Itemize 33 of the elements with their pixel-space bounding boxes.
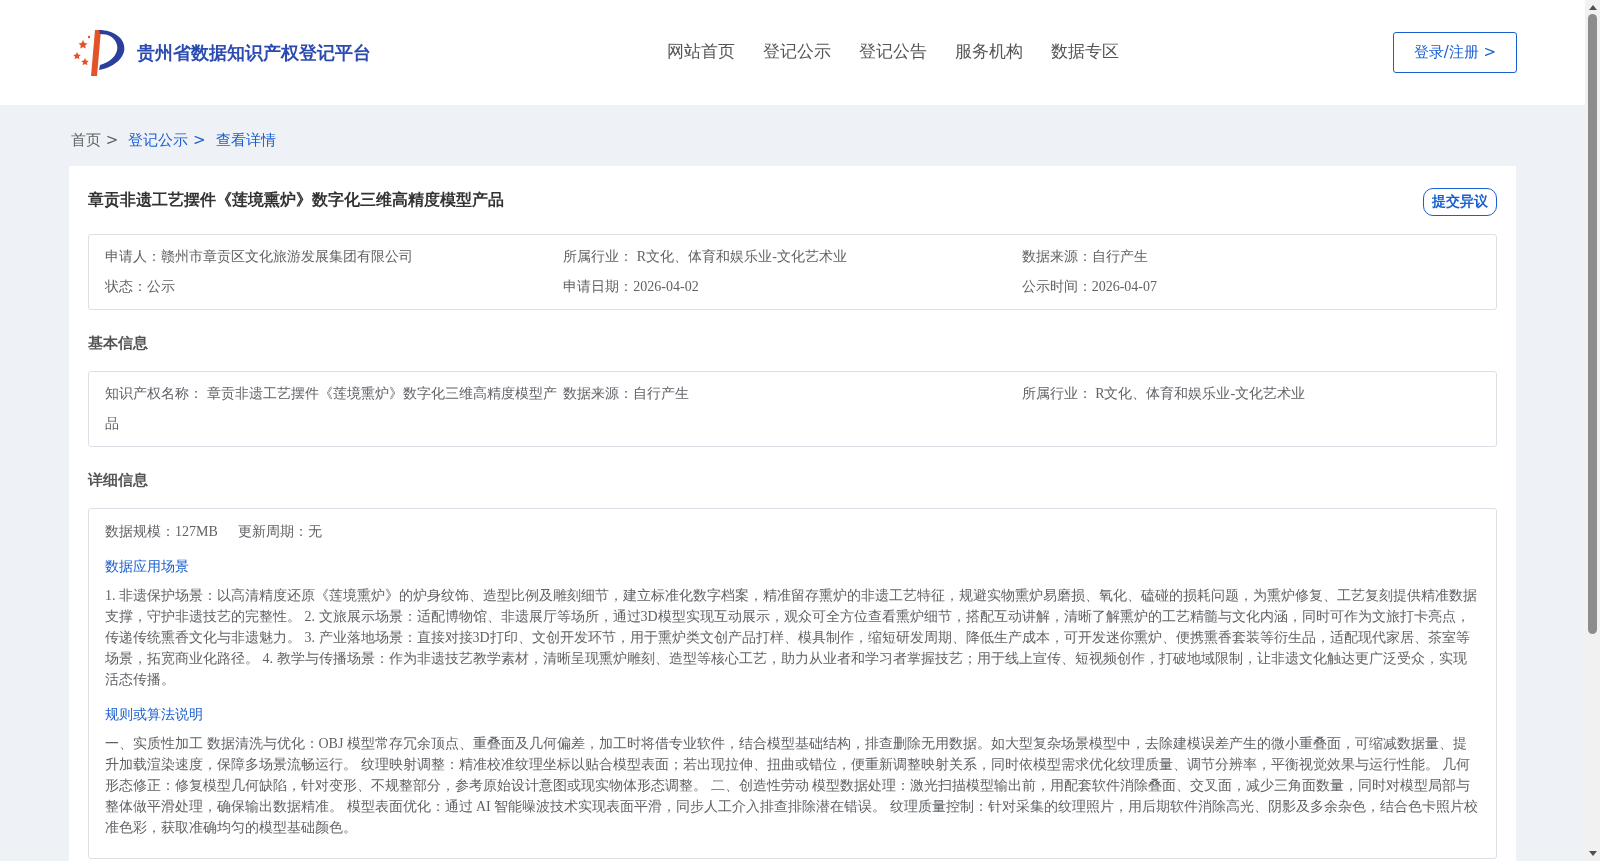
- info-field: 数据来源：自行产生: [1021, 242, 1480, 272]
- login-button[interactable]: 登录/注册 >: [1393, 32, 1517, 73]
- description-text: 1. 非遗保护场景：以高清精度还原《莲境熏炉》的炉身纹饰、造型比例及雕刻细节，建立标准化数字档案，精准留存熏炉的非遗工艺特征，规避实物熏炉易磨损、氧化、磕碰的损耗问题，为熏炉修复、工艺复刻提供精准数据支撑，守护非遗技艺的完整性。 2. 文旅展示场景：适配博物馆、非遗展厅等场所，通过3D模型实现互动展示，观众可全方位查看熏炉细节，搭配互动讲解，清晰了解熏炉的工艺精髓与文化内涵，同时可作为文旅打卡亮点，传递传统熏香文化与非遗魅力。 3. 产业落地场景：直接对接3D打印、文创开发环节，用于熏炉类文创产品打样、模具制作，缩短研发周期、降低生产成本，可开发迷你熏炉、便携熏香套装等衍生品，适配现代家居、茶室等场景，拓宽商业化路径。 4. 教学与传播场景：作为非遗技艺教学素材，清晰呈现熏炉雕刻、造型等核心工艺，助力从业者和学习者掌握技艺；用于线上宣传、短视频创作，打破地域限制，让非遗文化触达更广泛受众，实现活态传播。: [105, 587, 1478, 689]
- breadcrumb-item: 首页 >: [71, 131, 119, 150]
- objection-button[interactable]: 提交异议: [1423, 188, 1497, 216]
- subsection-heading: 规则或算法说明: [105, 705, 203, 724]
- info-field: 数据来源：自行产生: [563, 379, 1022, 439]
- nav-link[interactable]: 网站首页: [667, 36, 735, 69]
- scrollbar-thumb[interactable]: [1588, 14, 1597, 634]
- nav-link[interactable]: 数据专区: [1051, 36, 1119, 69]
- info-field: 数据规模：127MB: [105, 521, 218, 542]
- section-heading: 详细信息: [88, 471, 149, 490]
- description-text: 一、实质性加工 数据清洗与优化：OBJ 模型常存冗余顶点、重叠面及几何偏差，加工时将借专业软件，结合模型基础结构，排查删除无用数据。如大型复杂场景模型中，去除建模误差产生的微小重叠面，可缩减数据量、提升加载渲染速度，保障多场景流畅运行。 纹理映射调整：精准校准纹理坐标以贴合模型表面；若出现拉伸、扭曲或错位，便重新调整映射关系，同时依模型需求优化纹理质量、调节分辨率，平衡视觉效果与运行性能。 几何形态修正：修复模型几何缺陷，针对变形、不规整部分，参考原始设计意图或现实物体形态调整。 二、创造性劳动 模型数据处理：激光扫描模型输出前，用配套软件消除叠面、交叉面，减少三角面数量，同时对模型局部与整体做平滑处理，确保输出数据精准。 模型表面优化：通过 AI 智能噪波技术实现表面平滑，同步人工介入排查排除潜在错误。 纹理质量控制：针对采集的纹理照片，用后期软件消除高光、阴影及多余杂色，结合色卡照片校准色彩，获取准确均匀的模型基础颜色。: [105, 735, 1479, 837]
- nav-link[interactable]: 服务机构: [955, 36, 1023, 69]
- nav-link[interactable]: 登记公告: [859, 36, 927, 69]
- info-field: 申请日期：2026-04-02: [563, 272, 1022, 302]
- info-field: 所属行业： R文化、体育和娱乐业-文化艺术业: [563, 242, 1022, 272]
- info-field: 公示时间：2026-04-07: [1021, 272, 1480, 302]
- subsection-heading: 数据应用场景: [105, 557, 189, 576]
- nav-link[interactable]: 登记公示: [763, 36, 831, 69]
- record-title: 章贡非遗工艺摆件《莲境熏炉》数字化三维高精度模型产品: [88, 189, 504, 211]
- site-title: 贵州省数据知识产权登记平台: [137, 40, 371, 65]
- scrollbar[interactable]: [1585, 0, 1600, 861]
- info-field: 状态：公示: [105, 272, 564, 302]
- info-field: 更新周期：无: [237, 521, 322, 542]
- section-heading: 基本信息: [88, 334, 149, 353]
- info-field: 所属行业： R文化、体育和娱乐业-文化艺术业: [1021, 379, 1480, 439]
- scroll-down-icon[interactable]: [1588, 851, 1597, 856]
- info-field: 申请人：赣州市章贡区文化旅游发展集团有限公司: [105, 242, 564, 272]
- breadcrumb-link[interactable]: 查看详情: [215, 131, 276, 150]
- scroll-up-icon[interactable]: [1588, 5, 1597, 10]
- info-field: 知识产权名称： 章贡非遗工艺摆件《莲境熏炉》数字化三维高精度模型产品: [105, 379, 564, 439]
- breadcrumb-link[interactable]: 登记公示 >: [128, 131, 206, 150]
